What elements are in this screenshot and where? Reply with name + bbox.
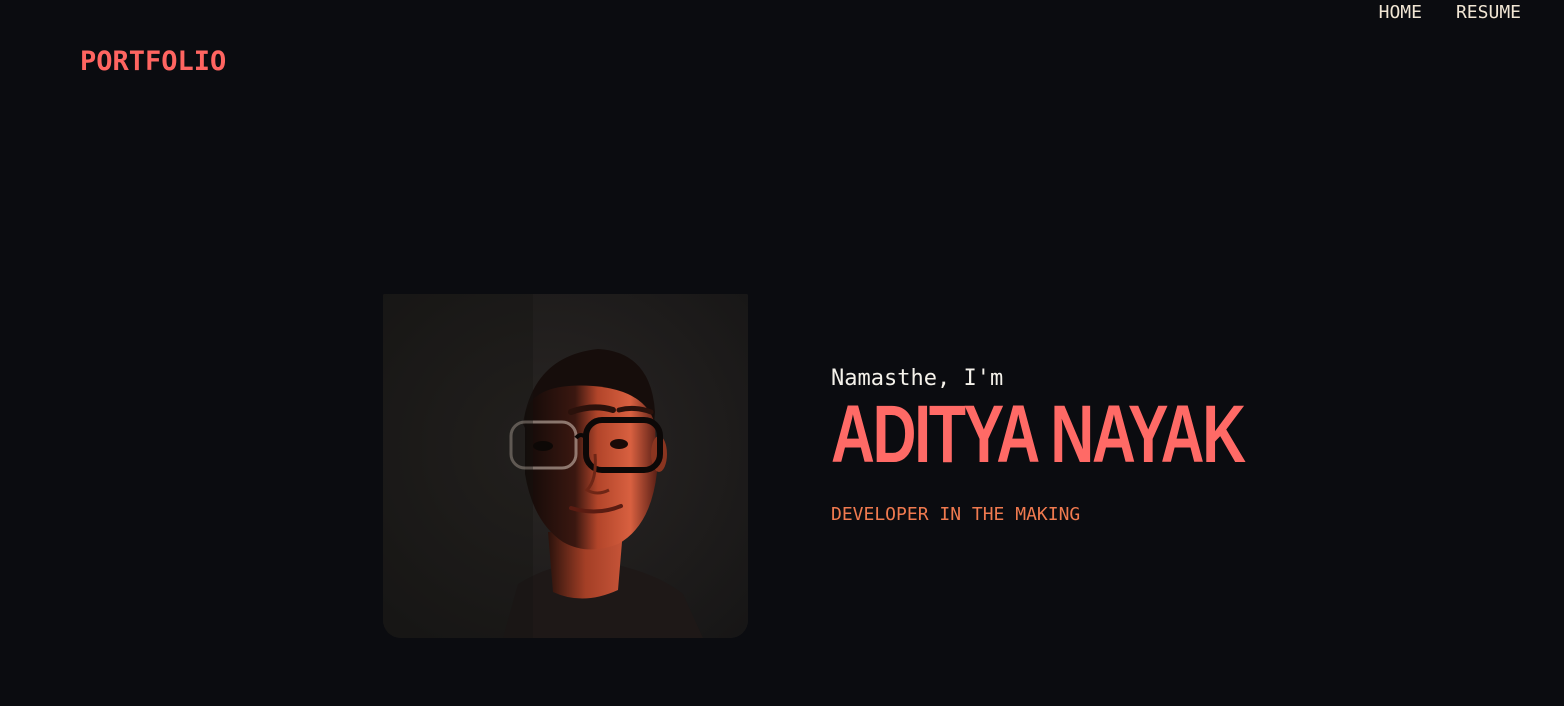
nav-home-link[interactable]: HOME [1379,2,1422,23]
top-nav: HOME RESUME [1379,2,1521,23]
portfolio-logo[interactable]: PORTFOLIO [80,46,226,77]
profile-photo-illustration [383,294,748,638]
profile-photo [383,294,748,638]
hero-name: ADITYA NAYAK [831,389,1246,480]
nav-resume-link[interactable]: RESUME [1456,2,1521,23]
hero-tagline: DEVELOPER IN THE MAKING [831,504,1081,525]
hero-section: Namasthe, I'm ADITYA NAYAK DEVELOPER IN … [831,364,1246,525]
